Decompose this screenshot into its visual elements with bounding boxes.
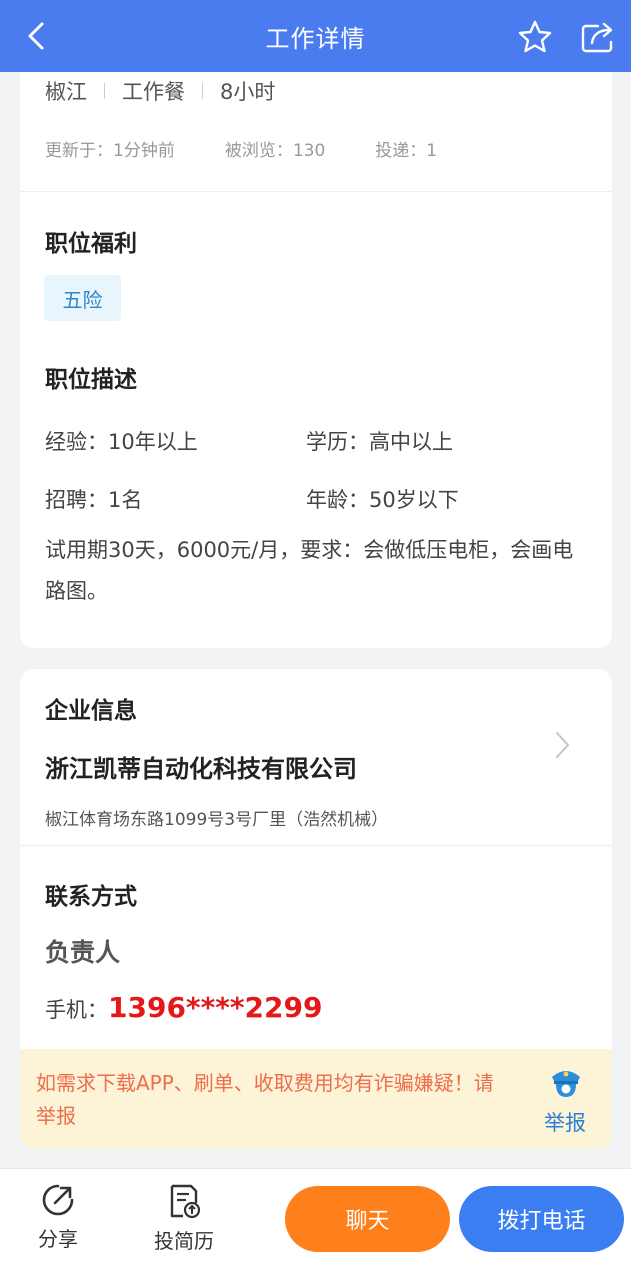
chevron-right-icon <box>556 732 569 758</box>
divider <box>20 191 612 192</box>
phone-label: 手机： <box>45 998 108 1022</box>
phone-number: 1396****2299 <box>108 991 323 1024</box>
fraud-warning-banner: 如需求下载APP、刷单、收取费用均有诈骗嫌疑！请举报 举报 <box>20 1049 612 1149</box>
fraud-warning-text: 如需求下载APP、刷单、收取费用均有诈骗嫌疑！请举报 <box>36 1071 494 1128</box>
job-tags: 椒江 工作餐 8小时 <box>45 76 275 106</box>
report-label: 举报 <box>544 1111 586 1135</box>
experience-requirement: 经验：10年以上 <box>45 430 198 454</box>
updated-time: 更新于：1分钟前 <box>45 141 175 161</box>
description-title: 职位描述 <box>45 367 137 393</box>
bottom-action-bar: 分享 投简历 聊天 拨打电话 <box>0 1168 631 1280</box>
share-label: 分享 <box>38 1227 78 1251</box>
company-link[interactable]: 浙江凯蒂自动化科技有限公司 椒江体育场东路1099号3号厂里（浩然机械） <box>20 729 612 839</box>
view-count: 被浏览：130 <box>224 141 326 161</box>
back-arrow-icon[interactable] <box>18 18 54 54</box>
star-favorite-icon[interactable] <box>516 18 554 56</box>
top-nav-bar: 工作详情 <box>0 0 631 72</box>
phone-row: 手机： 1396****2299 <box>45 991 322 1024</box>
job-tag-meal: 工作餐 <box>122 80 185 104</box>
recruit-count: 招聘：1名 <box>45 488 143 512</box>
contact-person: 负责人 <box>45 938 121 967</box>
share-button[interactable]: 分享 <box>30 1183 86 1252</box>
resume-upload-icon <box>170 1184 201 1219</box>
job-detail-card: 椒江 工作餐 8小时 更新于：1分钟前 被浏览：130 投递：1 职位福利 五险… <box>20 50 612 648</box>
education-requirement: 学历：高中以上 <box>306 430 453 454</box>
divider <box>20 845 612 846</box>
job-meta: 更新于：1分钟前 被浏览：130 投递：1 <box>45 136 487 161</box>
police-report-icon <box>552 1071 580 1097</box>
submit-resume-button[interactable]: 投简历 <box>148 1183 220 1254</box>
job-tag-location: 椒江 <box>45 80 87 104</box>
benefit-tag: 五险 <box>44 275 121 321</box>
resume-label: 投简历 <box>154 1229 214 1253</box>
company-contact-card: 企业信息 浙江凯蒂自动化科技有限公司 椒江体育场东路1099号3号厂里（浩然机械… <box>20 669 612 1149</box>
share-arrow-icon <box>42 1184 74 1216</box>
call-button[interactable]: 拨打电话 <box>459 1186 624 1252</box>
age-requirement: 年龄：50岁以下 <box>306 488 459 512</box>
contact-title: 联系方式 <box>45 884 137 910</box>
job-tag-hours: 8小时 <box>220 80 276 104</box>
tag-divider <box>202 83 203 99</box>
page-title: 工作详情 <box>265 24 366 53</box>
company-address: 椒江体育场东路1099号3号厂里（浩然机械） <box>45 810 389 830</box>
tag-divider <box>104 83 105 99</box>
share-icon[interactable] <box>578 18 618 56</box>
job-description-text: 试用期30天，6000元/月，要求：会做低压电柜，会画电路图。 <box>45 538 574 603</box>
company-info-title: 企业信息 <box>45 698 137 724</box>
company-name: 浙江凯蒂自动化科技有限公司 <box>45 755 357 783</box>
chat-button[interactable]: 聊天 <box>285 1186 450 1252</box>
benefits-title: 职位福利 <box>45 231 137 257</box>
apply-count: 投递：1 <box>375 141 438 161</box>
